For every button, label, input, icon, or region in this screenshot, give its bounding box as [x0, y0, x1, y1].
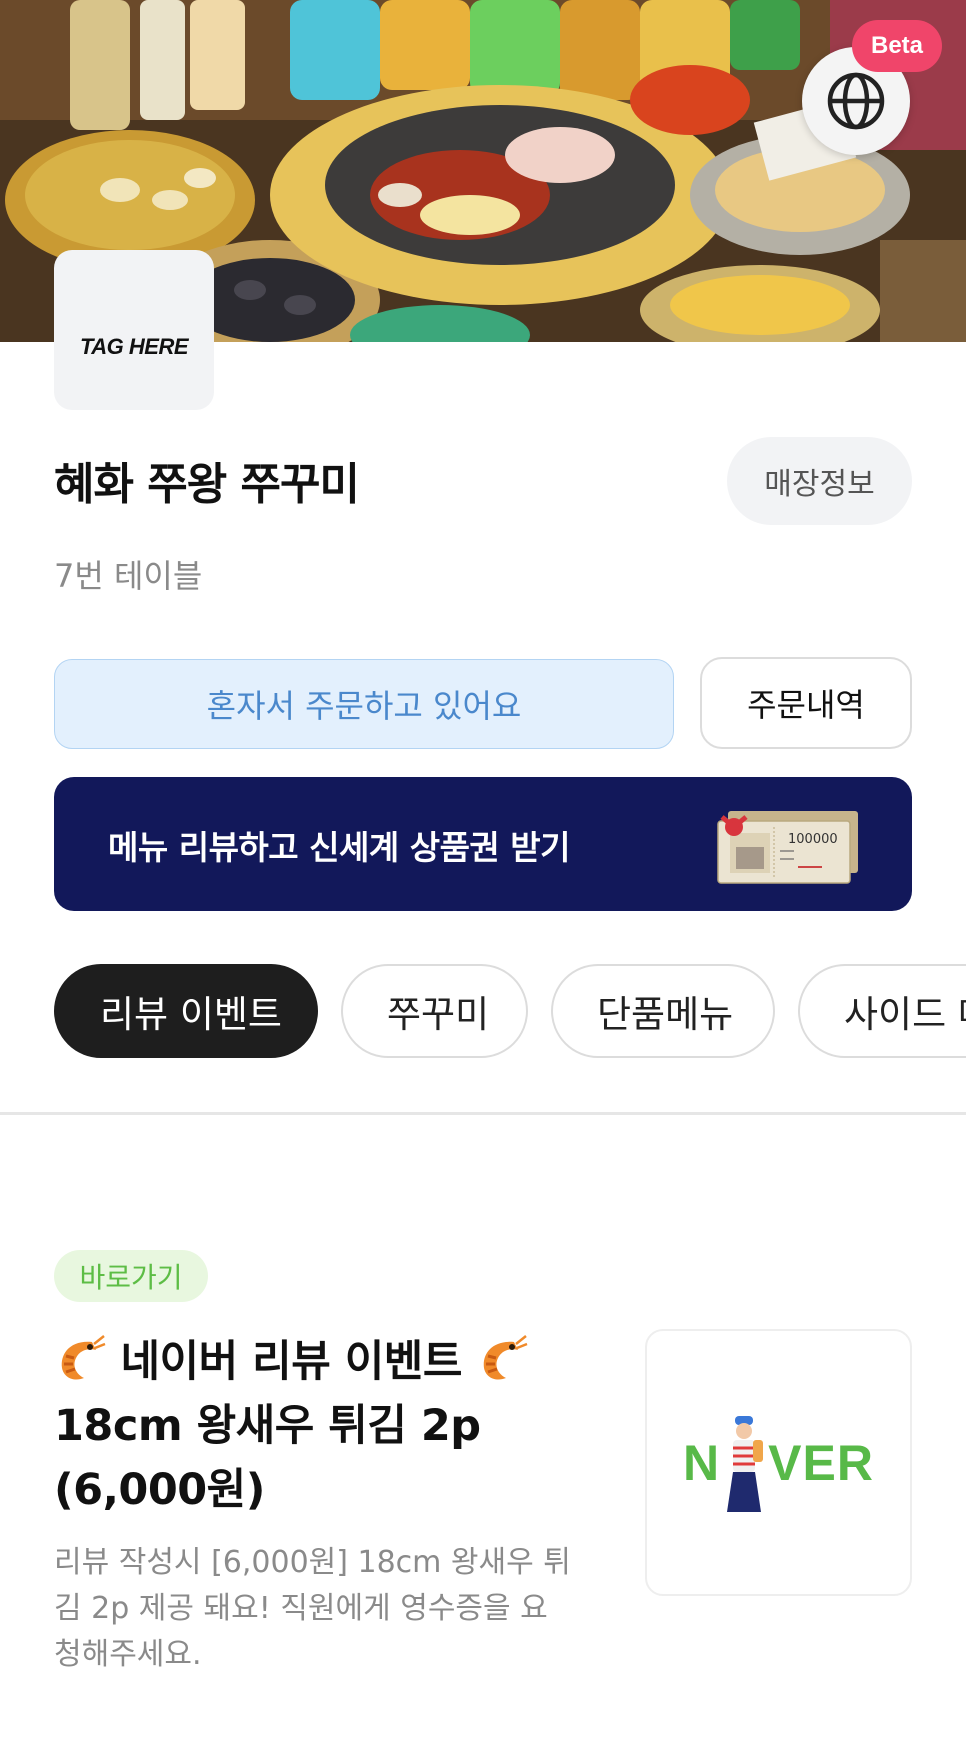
shrimp-icon	[484, 1335, 528, 1380]
banner-text: 메뉴 리뷰하고 신세계 상품권 받기	[108, 828, 571, 867]
store-logo-text: TAG HERE	[79, 334, 189, 359]
goto-badge[interactable]: 바로가기	[54, 1250, 208, 1302]
menu-item-title-text1: 네이버 리뷰 이벤트	[120, 1337, 462, 1387]
order-history-button[interactable]: 주문내역	[700, 657, 912, 749]
globe-icon	[827, 72, 885, 130]
store-name: 혜화 쭈왕 쭈꾸미	[54, 459, 360, 510]
gift-voucher-icon: 100000	[717, 811, 858, 884]
voucher-amount: 100000	[788, 832, 838, 847]
person-figure-icon	[727, 1415, 764, 1512]
review-event-banner[interactable]: 메뉴 리뷰하고 신세계 상품권 받기 100000	[54, 777, 912, 911]
menu-item-description: 리뷰 작성시 [6,000원] 18cm 왕새우 튀김 2p 제공 돼요! 직원…	[54, 1545, 571, 1672]
menu-item-title[interactable]: 네이버 리뷰 이벤트 18cm 왕새우 튀김 2p (6,000원)	[54, 1330, 614, 1522]
store-info-button[interactable]: 매장정보	[727, 437, 912, 525]
store-logo: TAG HERE	[54, 250, 214, 410]
menu-item-title-line2: 18cm 왕새우 튀김 2p	[54, 1401, 481, 1451]
menu-item-thumbnail[interactable]: N VER	[645, 1329, 912, 1596]
tab-review-event[interactable]: 리뷰 이벤트	[54, 964, 318, 1058]
order-mode-button[interactable]: 혼자서 주문하고 있어요	[54, 659, 674, 749]
section-divider	[0, 1112, 966, 1115]
tab-side-menu[interactable]: 사이드 메뉴	[798, 964, 966, 1058]
tab-single-menu[interactable]: 단품메뉴	[551, 964, 775, 1058]
table-number: 7번 테이블	[54, 557, 203, 595]
shrimp-icon	[61, 1335, 106, 1380]
menu-item-title-line3: (6,000원)	[54, 1465, 265, 1515]
naver-logo-left: N	[683, 1434, 721, 1491]
tab-jjukkumi[interactable]: 쭈꾸미	[341, 964, 528, 1058]
naver-logo: N VER	[683, 1415, 874, 1512]
naver-logo-right: VER	[768, 1434, 874, 1491]
menu-item-title-line1: 네이버 리뷰 이벤트	[54, 1330, 614, 1394]
category-tabs: 리뷰 이벤트 쭈꾸미 단품메뉴 사이드 메뉴	[0, 964, 966, 1060]
beta-badge: Beta	[852, 20, 942, 72]
